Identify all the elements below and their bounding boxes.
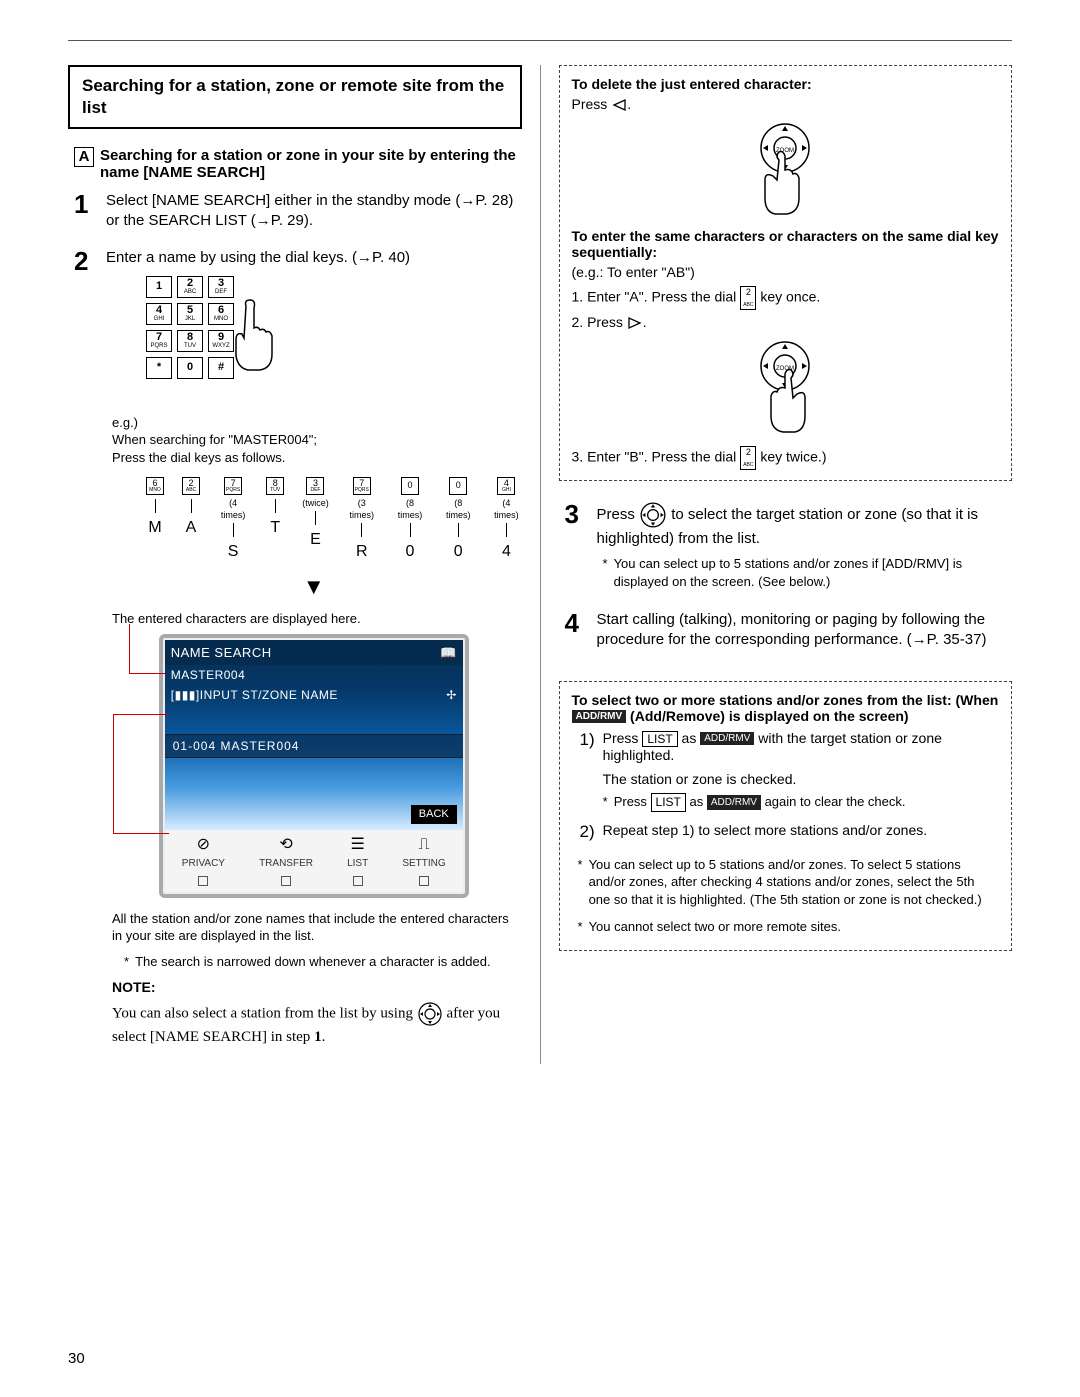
screen-entered-text: MASTER004 — [165, 665, 463, 685]
joystick-press-left-illustration: ZOOM — [745, 120, 825, 220]
dial-key: * — [146, 357, 172, 379]
dial-seq-item: 4GHI(4 times)4 — [491, 477, 521, 563]
step-2: 2 Enter a name by using the dial keys. (… — [68, 248, 522, 1048]
step-number-2: 2 — [74, 248, 96, 1048]
dial-seq-item: 6MNOM — [146, 477, 164, 563]
hand-icon — [226, 296, 286, 376]
triangle-right-icon — [627, 316, 643, 330]
joystick-icon — [417, 1001, 443, 1027]
screen-result-row: 01-004 MASTER004 — [165, 734, 463, 758]
hint-box-delete-char: To delete the just entered character: Pr… — [559, 65, 1013, 481]
step-number-4: 4 — [565, 610, 587, 651]
dial-seq-item: 0(8 times)0 — [395, 477, 425, 563]
note-label: NOTE: — [112, 978, 516, 997]
bullet-narrow-search: *The search is narrowed down whenever a … — [124, 953, 522, 971]
list-button[interactable]: LIST — [651, 793, 686, 811]
example-block: e.g.) When searching for "MASTER004"; Pr… — [112, 414, 522, 467]
step-3: 3 Press to select the target station or … — [559, 501, 1013, 594]
top-rule — [68, 40, 1012, 41]
dial-key: 8TUV — [177, 330, 203, 352]
dial-key: 0 — [177, 357, 203, 379]
hint2-heading: To enter the same characters or characte… — [572, 228, 1000, 260]
box2-bullet1: *You can select up to 5 stations and/or … — [578, 856, 1000, 909]
step-number-3: 3 — [565, 501, 587, 594]
dial-seq-item: 8TUVT — [266, 477, 284, 563]
back-button[interactable]: BACK — [411, 805, 457, 824]
joystick-press-right-illustration: ZOOM — [745, 338, 825, 438]
letter-A-box: A — [74, 147, 94, 167]
dial-seq-item: 7PQRS(3 times)R — [347, 477, 377, 563]
dial-key: 1 — [146, 276, 172, 298]
section-title: Searching for a station, zone or remote … — [68, 65, 522, 129]
lcd-screen-illustration: NAME SEARCH 📖 MASTER004 [▮▮▮]INPUT ST/ZON… — [159, 634, 469, 898]
box2-bullet2: *You cannot select two or more remote si… — [578, 918, 1000, 936]
dial-key-2-icon: 2ABC — [740, 286, 756, 310]
dial-sequence: 6MNOM 2ABCA 7PQRS(4 times)S 8TUVT 3DEF(twice… — [146, 477, 522, 563]
softkey-setting[interactable]: ⎍SETTING — [402, 834, 445, 886]
dial-seq-item: 2ABCA — [182, 477, 200, 563]
book-icon: 📖 — [440, 644, 457, 662]
cursor-cross-icon: ✢ — [446, 687, 457, 703]
hint-box-multi-select: To select two or more stations and/or zo… — [559, 681, 1013, 951]
hint1-heading: To delete the just entered character: — [572, 76, 1000, 92]
softkey-privacy[interactable]: ⊘PRIVACY — [182, 834, 225, 886]
subsection-A-heading: A Searching for a station or zone in you… — [68, 147, 522, 181]
dial-key: 7PQRS — [146, 330, 172, 352]
joystick-icon — [639, 501, 667, 529]
box2-step1: 1) Press LIST as ADD/RMV with the target… — [580, 730, 1000, 816]
dial-key-2-icon: 2ABC — [740, 446, 756, 470]
screen-prompt: [▮▮▮]INPUT ST/ZONE NAME — [171, 687, 338, 703]
subsection-A-text: Searching for a station or zone in your … — [100, 147, 522, 181]
screen-title: NAME SEARCH — [171, 644, 272, 662]
page-number: 30 — [68, 1350, 85, 1367]
dial-seq-item: 3DEF(twice)E — [302, 477, 329, 563]
dial-key: 4GHI — [146, 303, 172, 325]
add-remove-badge: ADD/RMV — [707, 795, 761, 811]
keypad-illustration: 12ABC3DEF4GHI5JKL6MNO7PQRS8TUV9WXYZ*0# — [146, 276, 346, 406]
dial-key: 3DEF — [208, 276, 234, 298]
left-column: Searching for a station, zone or remote … — [68, 65, 540, 1064]
add-remove-badge: ADD/RMV — [700, 732, 754, 745]
softkey-list[interactable]: ☰LIST — [347, 834, 368, 886]
softkey-transfer[interactable]: ⟲TRANSFER — [259, 834, 313, 886]
screen-caption-top: The entered characters are displayed her… — [112, 610, 522, 628]
step-1-text: Select [NAME SEARCH] either in the stand… — [106, 191, 522, 232]
step-2-text: Enter a name by using the dial keys. (→P… — [106, 248, 522, 268]
triangle-left-icon — [611, 98, 627, 112]
add-remove-badge: ADD/RMV — [572, 710, 627, 723]
box2-step2: 2) Repeat step 1) to select more station… — [580, 822, 1000, 842]
screen-caption-bottom: All the station and/or zone names that i… — [112, 910, 516, 945]
manual-page: Searching for a station, zone or remote … — [0, 0, 1080, 1397]
down-triangle-icon: ▼ — [106, 572, 522, 602]
step3-bullet: *You can select up to 5 stations and/or … — [603, 555, 1013, 590]
dial-seq-item: 7PQRS(4 times)S — [218, 477, 248, 563]
screen-softkeys: ⊘PRIVACY ⟲TRANSFER ☰LIST ⎍SETTING — [165, 830, 463, 892]
step-number-1: 1 — [74, 191, 96, 232]
dial-seq-item: 0(8 times)0 — [443, 477, 473, 563]
step-4: 4 Start calling (talking), monitoring or… — [559, 610, 1013, 651]
dial-key: 2ABC — [177, 276, 203, 298]
list-button[interactable]: LIST — [642, 731, 677, 747]
note-text: You can also select a station from the l… — [112, 1001, 516, 1047]
dial-key: 5JKL — [177, 303, 203, 325]
box2-heading: To select two or more stations and/or zo… — [572, 692, 1000, 724]
step-1: 1 Select [NAME SEARCH] either in the sta… — [68, 191, 522, 232]
right-column: To delete the just entered character: Pr… — [541, 65, 1013, 1064]
